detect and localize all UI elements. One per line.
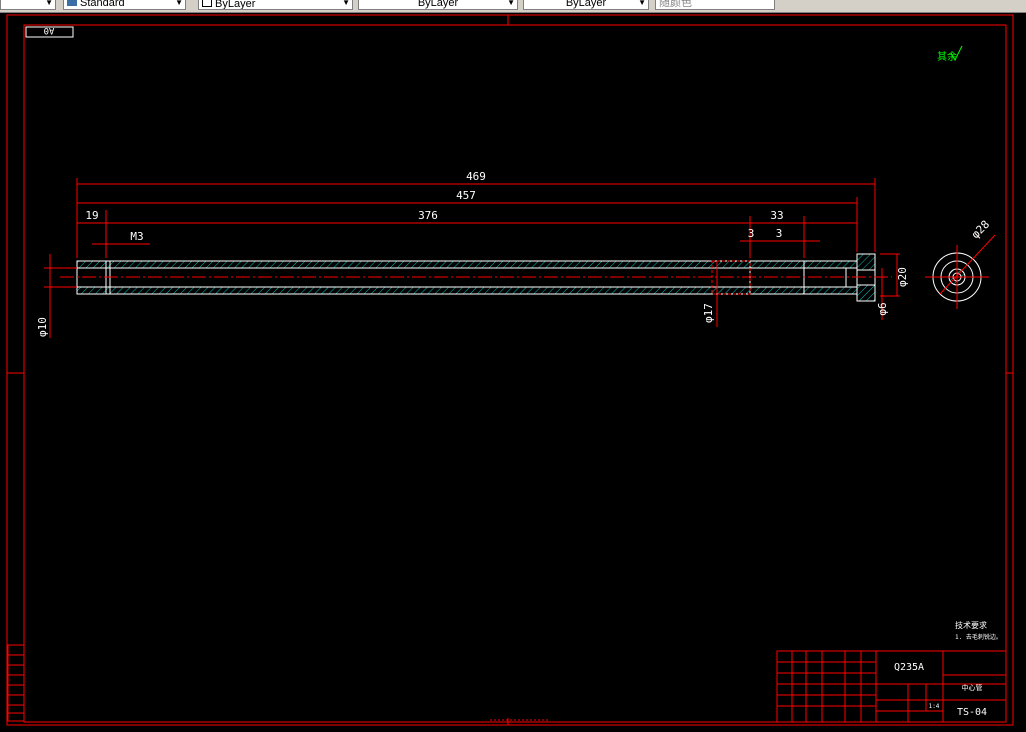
dim-phi17: φ17 <box>702 303 715 323</box>
title-scale: 1:4 <box>929 703 940 710</box>
drawing-canvas[interactable]: A0 其余 469 457 19 376 33 3 3 M3 φ10 φ17 φ… <box>0 13 1026 727</box>
layer-swatch-icon <box>202 0 212 7</box>
left-dropdown[interactable]: ▼ <box>0 0 56 10</box>
layer-value: ByLayer <box>215 0 256 10</box>
lineweight-value: ByLayer <box>565 0 607 9</box>
dim-19: 19 <box>85 209 98 222</box>
linetype-value: ByLayer <box>417 0 459 9</box>
plotstyle-dropdown[interactable]: 随颜色 <box>655 0 775 10</box>
dim-phi10: φ10 <box>36 317 49 337</box>
chevron-down-icon: ▼ <box>175 0 183 7</box>
text-style-icon <box>67 0 77 6</box>
left-revision-strip <box>7 644 25 722</box>
tech-req-title: 技术要求 <box>955 620 987 630</box>
tube-main-view <box>60 253 892 302</box>
title-material: Q235A <box>894 662 924 673</box>
dim-457: 457 <box>456 189 476 202</box>
lineweight-dropdown[interactable]: ByLayer ▼ <box>523 0 649 10</box>
dimension-lines <box>44 178 900 338</box>
title-drawing-no: TS-04 <box>957 707 987 718</box>
inner-frame <box>23 24 1007 723</box>
dim-376: 376 <box>418 209 438 222</box>
dim-469: 469 <box>466 170 486 183</box>
outer-frame <box>6 14 1014 726</box>
tube-wall-top <box>76 260 858 269</box>
dim-phi28: φ28 <box>969 218 992 241</box>
dim-m3: M3 <box>130 230 143 243</box>
plotstyle-value: 随颜色 <box>659 0 692 9</box>
dim-phi6: φ6 <box>876 302 889 315</box>
chevron-down-icon: ▼ <box>507 0 515 7</box>
linetype-dropdown[interactable]: ByLayer ▼ <box>358 0 518 10</box>
tech-req-item: 1. 去毛刺锐边。 <box>955 633 1002 641</box>
layer-dropdown[interactable]: ByLayer ▼ <box>198 0 353 10</box>
text-style-dropdown[interactable]: Standard ▼ <box>63 0 186 10</box>
text-style-value: Standard <box>80 0 125 9</box>
dim-3b: 3 <box>776 227 783 240</box>
drawing-svg: A0 其余 469 457 19 376 33 3 3 M3 φ10 φ17 φ… <box>6 14 1014 726</box>
dim-phi20: φ20 <box>896 267 909 287</box>
sheet-label: A0 <box>44 25 55 35</box>
title-part-name: 中心管 <box>962 683 983 692</box>
roughness-note: 其余 <box>937 50 957 63</box>
chevron-down-icon: ▼ <box>342 0 350 7</box>
dim-33: 33 <box>770 209 783 222</box>
properties-toolbar: ▼ Standard ▼ ByLayer ▼ ByLayer ▼ ByLayer ▼ 随… <box>0 0 1026 13</box>
chevron-down-icon: ▼ <box>638 0 646 7</box>
tube-wall-bottom <box>76 286 858 295</box>
dimension-texts: 469 457 19 376 33 3 3 M3 φ10 φ17 φ20 φ6 … <box>36 170 992 337</box>
dim-3a: 3 <box>748 227 755 240</box>
chevron-down-icon: ▼ <box>45 0 53 7</box>
end-view <box>925 234 996 309</box>
